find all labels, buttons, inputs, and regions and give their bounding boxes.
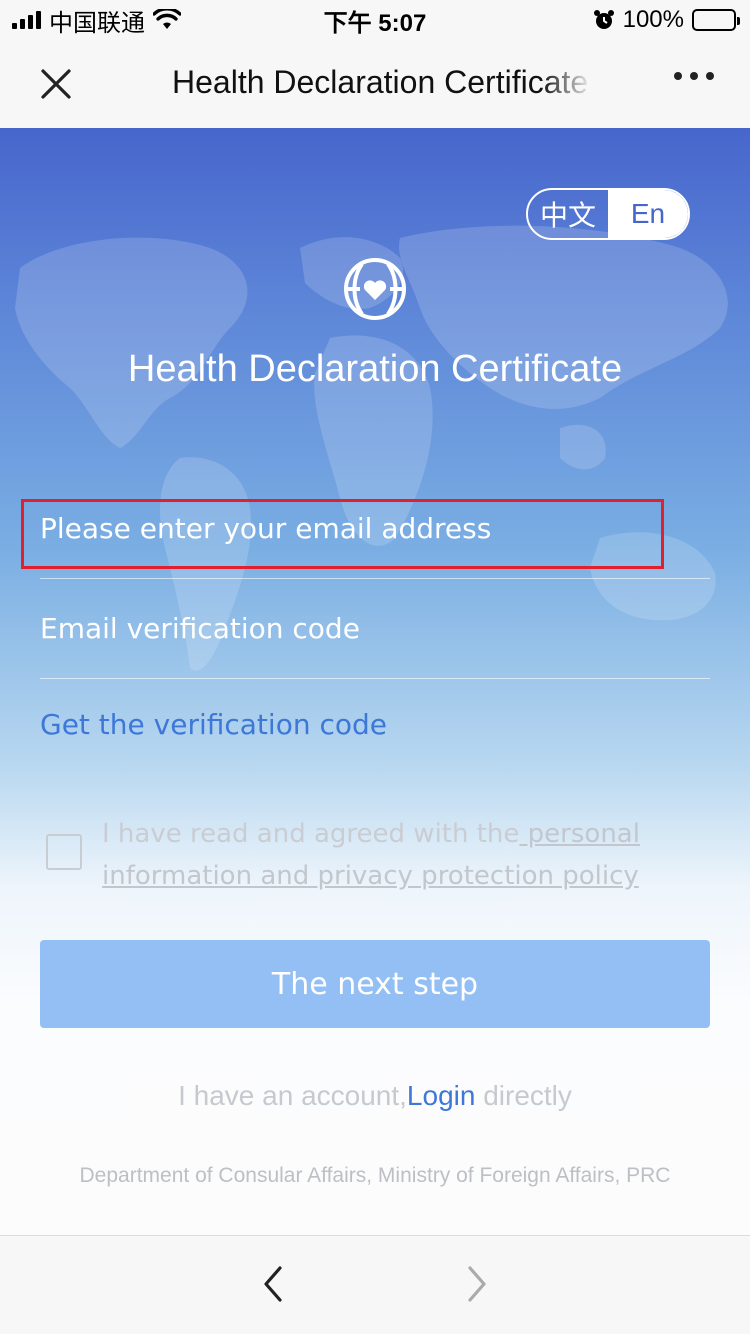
next-step-button[interactable]: The next step <box>40 940 710 1028</box>
status-left: 中国联通 <box>12 3 181 38</box>
close-icon[interactable] <box>36 64 76 104</box>
agreement-prefix: I have read and agreed with the <box>102 819 520 849</box>
main-page: 中文 En Health Declaration Certificate Get… <box>0 128 750 1235</box>
battery-icon <box>692 9 740 31</box>
login-link[interactable]: Login <box>407 1080 476 1111</box>
nav-bar: Health Declaration Certificate <box>0 40 750 128</box>
agree-checkbox[interactable] <box>46 834 82 870</box>
lang-option-en[interactable]: En <box>608 190 688 238</box>
verification-code-input[interactable] <box>40 612 710 645</box>
login-suffix: directly <box>475 1080 572 1111</box>
status-right: 100% <box>593 6 740 34</box>
login-line: I have an account,Login directly <box>0 1080 750 1112</box>
carrier-label: 中国联通 <box>49 9 145 37</box>
login-prefix: I have an account, <box>178 1080 407 1111</box>
battery-percent: 100% <box>622 6 684 33</box>
footer-text: Department of Consular Affairs, Ministry… <box>79 1164 671 1187</box>
verification-code-field <box>40 579 710 679</box>
more-icon[interactable] <box>674 72 714 80</box>
page-title: Health Declaration Certificate <box>127 348 623 390</box>
language-toggle: 中文 En <box>526 188 690 240</box>
email-input[interactable] <box>40 512 710 545</box>
chevron-left-icon[interactable] <box>256 1264 292 1304</box>
chevron-right-icon[interactable] <box>458 1264 494 1304</box>
wifi-icon <box>153 9 181 29</box>
globe-heart-icon <box>344 258 406 320</box>
status-bar: 中国联通 下午 5:07 100% <box>0 0 750 40</box>
bottom-toolbar <box>0 1235 750 1334</box>
alarm-icon <box>593 10 614 29</box>
agreement-text: I have read and agreed with the personal… <box>102 813 682 897</box>
nav-title: Health Declaration Certificate <box>172 64 589 100</box>
get-verification-code-link[interactable]: Get the verification code <box>40 708 387 741</box>
lang-option-zh[interactable]: 中文 <box>528 190 608 238</box>
signal-icon <box>12 11 41 29</box>
email-field <box>40 479 710 579</box>
